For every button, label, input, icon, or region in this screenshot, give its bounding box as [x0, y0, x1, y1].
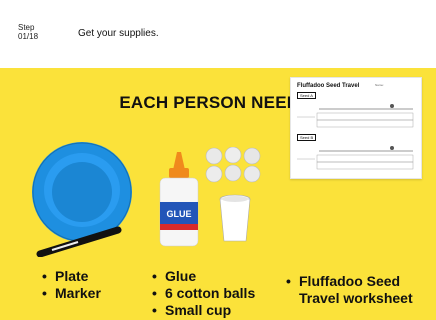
- list-item: 6 cotton balls: [152, 285, 255, 302]
- glue-label: GLUE: [166, 209, 191, 219]
- worksheet-table-a: [297, 104, 414, 128]
- step-header: Step 01/18 Get your supplies.: [0, 0, 436, 68]
- step-number: 01/18: [18, 32, 39, 41]
- worksheet-table-b: [297, 146, 414, 170]
- list-item: Small cup: [152, 302, 255, 319]
- plate-image: [32, 142, 132, 257]
- supplies-list-1: Plate Marker: [42, 268, 101, 302]
- list-item: Marker: [42, 285, 101, 302]
- worksheet-title: Fluffadoo Seed Travel: [297, 83, 360, 89]
- worksheet-name-label: Name:: [375, 83, 384, 87]
- glue-bottle-image: GLUE: [159, 152, 199, 247]
- step-indicator: Step 01/18: [18, 23, 38, 41]
- step-label: Step: [18, 23, 35, 32]
- list-item: Fluffadoo Seed Travel worksheet: [286, 273, 434, 307]
- worksheet-seed-b: Seed B: [297, 134, 317, 141]
- worksheet-seed-a: Seed A: [297, 92, 316, 99]
- small-cup-image: [219, 194, 251, 242]
- list-item: Glue: [152, 268, 255, 285]
- supplies-list-2: Glue 6 cotton balls Small cup: [152, 268, 255, 319]
- list-item: Plate: [42, 268, 101, 285]
- step-instruction: Get your supplies.: [78, 28, 159, 39]
- supplies-list-3: Fluffadoo Seed Travel worksheet: [286, 273, 434, 307]
- cotton-balls-image: [205, 147, 261, 183]
- worksheet-image: Fluffadoo Seed Travel Name: Seed A Seed …: [290, 77, 422, 179]
